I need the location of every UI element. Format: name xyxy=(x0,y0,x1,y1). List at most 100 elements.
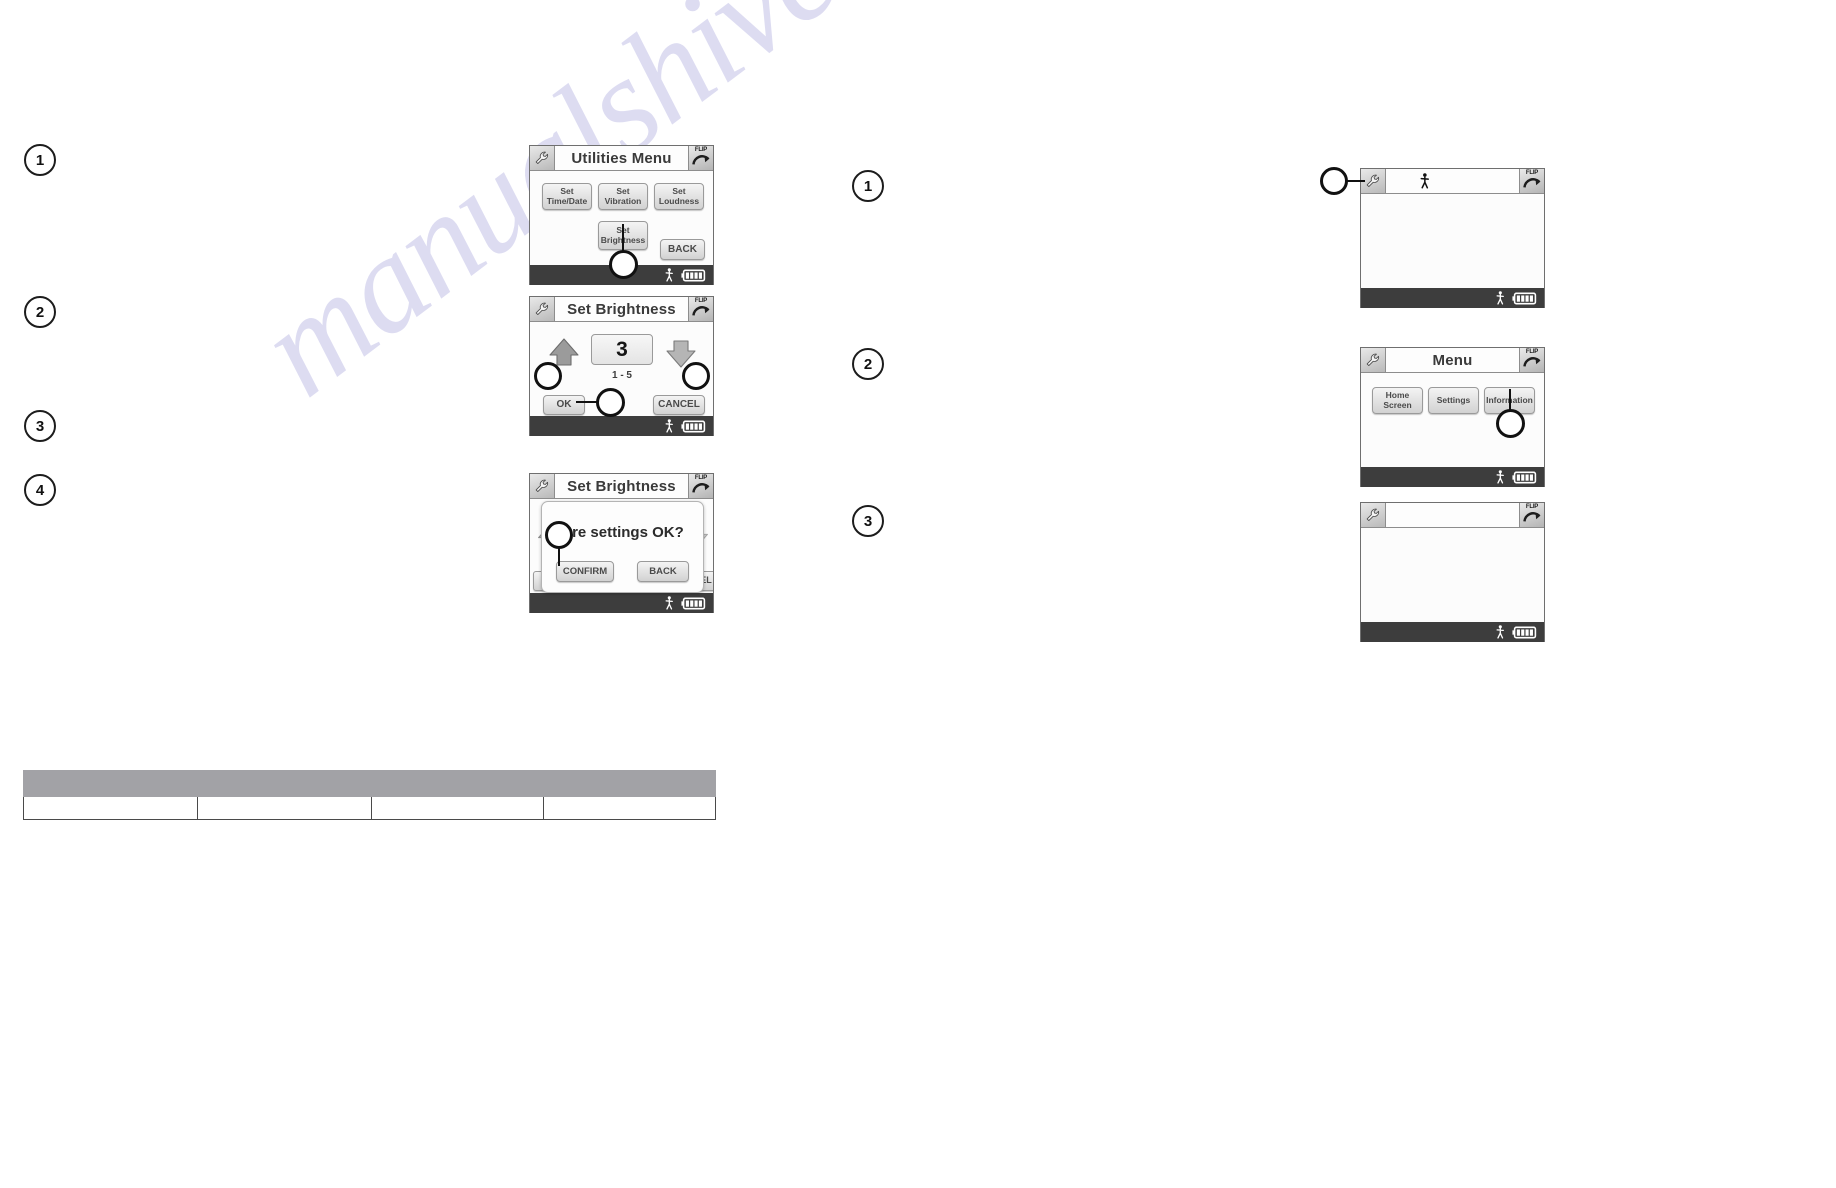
ok-button[interactable]: OK xyxy=(543,395,585,415)
flip-icon[interactable]: FLIP xyxy=(1519,348,1544,373)
button-label: BACK xyxy=(668,243,697,255)
battery-full-icon xyxy=(1512,471,1538,484)
device-header: FLIP xyxy=(1361,169,1544,194)
flip-label: FLIP xyxy=(1525,170,1539,176)
set-time-date-button[interactable]: Set Time/Date xyxy=(542,183,592,210)
button-label: CANCEL xyxy=(658,399,700,411)
device-body xyxy=(1361,194,1544,308)
button-label: OK xyxy=(556,399,572,411)
table-header-row xyxy=(23,770,716,797)
set-loudness-button[interactable]: Set Loudness xyxy=(654,183,704,210)
device-header: Set Brightness FLIP xyxy=(530,474,713,499)
button-label: Set Time/Date xyxy=(546,186,588,206)
step-number-left-3: 3 xyxy=(24,410,56,442)
step-number-right-2: 2 xyxy=(852,348,884,380)
walking-person-icon xyxy=(664,419,674,433)
step-number-left-2: 2 xyxy=(24,296,56,328)
battery-full-icon xyxy=(1512,292,1538,305)
callout-bubble-decrease xyxy=(682,362,710,390)
walking-person-icon xyxy=(664,268,674,282)
device-body xyxy=(1361,528,1544,642)
brightness-range-label: 1 - 5 xyxy=(611,370,632,381)
back-button[interactable]: BACK xyxy=(637,561,689,582)
cancel-button[interactable]: CANCEL xyxy=(653,395,705,415)
callout-leader-line-wrench xyxy=(1347,180,1365,182)
table-header-cell xyxy=(196,770,373,797)
button-label: CONFIRM xyxy=(562,565,608,577)
device-header: Set Brightness FLIP xyxy=(530,297,713,322)
device-title: Utilities Menu xyxy=(571,149,672,167)
flip-label: FLIP xyxy=(694,147,708,153)
button-label: Home Screen xyxy=(1383,390,1412,410)
device-header: Utilities Menu FLIP xyxy=(530,146,713,171)
wrench-icon[interactable] xyxy=(530,146,555,171)
callout-bubble-increase xyxy=(534,362,562,390)
callout-bubble-confirm xyxy=(545,521,573,549)
device-status-bar xyxy=(530,593,713,613)
flip-label: FLIP xyxy=(694,475,708,481)
step-number-right-1: 1 xyxy=(852,170,884,202)
home-screen-button[interactable]: Home Screen xyxy=(1372,387,1423,414)
wrench-icon[interactable] xyxy=(530,474,555,499)
device-title: Set Brightness xyxy=(567,477,676,495)
table-header-cell xyxy=(371,770,545,797)
button-label: Set Vibration xyxy=(604,186,642,206)
table-cell xyxy=(23,796,198,820)
step-number-left-1: 1 xyxy=(24,144,56,176)
step-number-label: 2 xyxy=(35,303,45,321)
device-header: FLIP xyxy=(1361,503,1544,528)
flip-label: FLIP xyxy=(694,298,708,304)
table-header-cell xyxy=(23,770,198,797)
confirm-button[interactable]: CONFIRM xyxy=(556,561,614,582)
flip-icon[interactable]: FLIP xyxy=(1519,169,1544,194)
button-label: BACK xyxy=(649,565,677,577)
device-screen-blank: FLIP xyxy=(1360,502,1545,642)
button-label: Set Loudness xyxy=(658,186,700,206)
button-label: Settings xyxy=(1436,394,1471,405)
step-number-label: 3 xyxy=(35,417,45,435)
walking-person-icon xyxy=(664,596,674,610)
device-status-bar xyxy=(530,416,713,436)
flip-icon[interactable]: FLIP xyxy=(688,297,713,322)
wrench-icon[interactable] xyxy=(1361,348,1386,373)
step-number-label: 4 xyxy=(35,481,45,499)
brightness-value: 3 xyxy=(616,337,628,361)
walking-person-icon xyxy=(1495,625,1505,639)
callout-bubble-information xyxy=(1496,409,1525,438)
callout-bubble-set-brightness xyxy=(609,250,638,279)
step-number-label: 1 xyxy=(35,151,45,169)
wrench-icon[interactable] xyxy=(530,297,555,322)
flip-icon[interactable]: FLIP xyxy=(688,474,713,499)
back-button[interactable]: BACK xyxy=(660,239,705,260)
callout-leader-line-confirm xyxy=(558,548,560,566)
walking-person-icon xyxy=(1419,173,1430,189)
step-number-left-4: 4 xyxy=(24,474,56,506)
table-header-cell xyxy=(543,770,716,797)
device-status-bar xyxy=(1361,288,1544,308)
callout-bubble-wrench xyxy=(1320,167,1348,195)
device-title: Menu xyxy=(1432,351,1473,369)
flip-icon[interactable]: FLIP xyxy=(1519,503,1544,528)
step-number-label: 2 xyxy=(863,355,873,373)
step-number-label: 3 xyxy=(863,512,873,530)
set-vibration-button[interactable]: Set Vibration xyxy=(598,183,648,210)
settings-button[interactable]: Settings xyxy=(1428,387,1479,414)
device-status-bar xyxy=(1361,467,1544,487)
device-status-bar xyxy=(1361,622,1544,642)
battery-full-icon xyxy=(681,269,707,282)
wrench-icon[interactable] xyxy=(1361,503,1386,528)
device-screen-home: FLIP xyxy=(1360,168,1545,308)
flip-icon[interactable]: FLIP xyxy=(688,146,713,171)
walking-person-icon xyxy=(1495,470,1505,484)
step-number-right-3: 3 xyxy=(852,505,884,537)
battery-full-icon xyxy=(1512,626,1538,639)
device-header: Menu FLIP xyxy=(1361,348,1544,373)
flip-label: FLIP xyxy=(1525,349,1539,355)
table-cell xyxy=(371,796,545,820)
battery-full-icon xyxy=(681,420,707,433)
table-row xyxy=(23,796,716,820)
table-cell xyxy=(196,796,373,820)
step-number-label: 1 xyxy=(863,177,873,195)
walking-person-icon xyxy=(1495,291,1505,305)
data-table xyxy=(23,770,716,820)
